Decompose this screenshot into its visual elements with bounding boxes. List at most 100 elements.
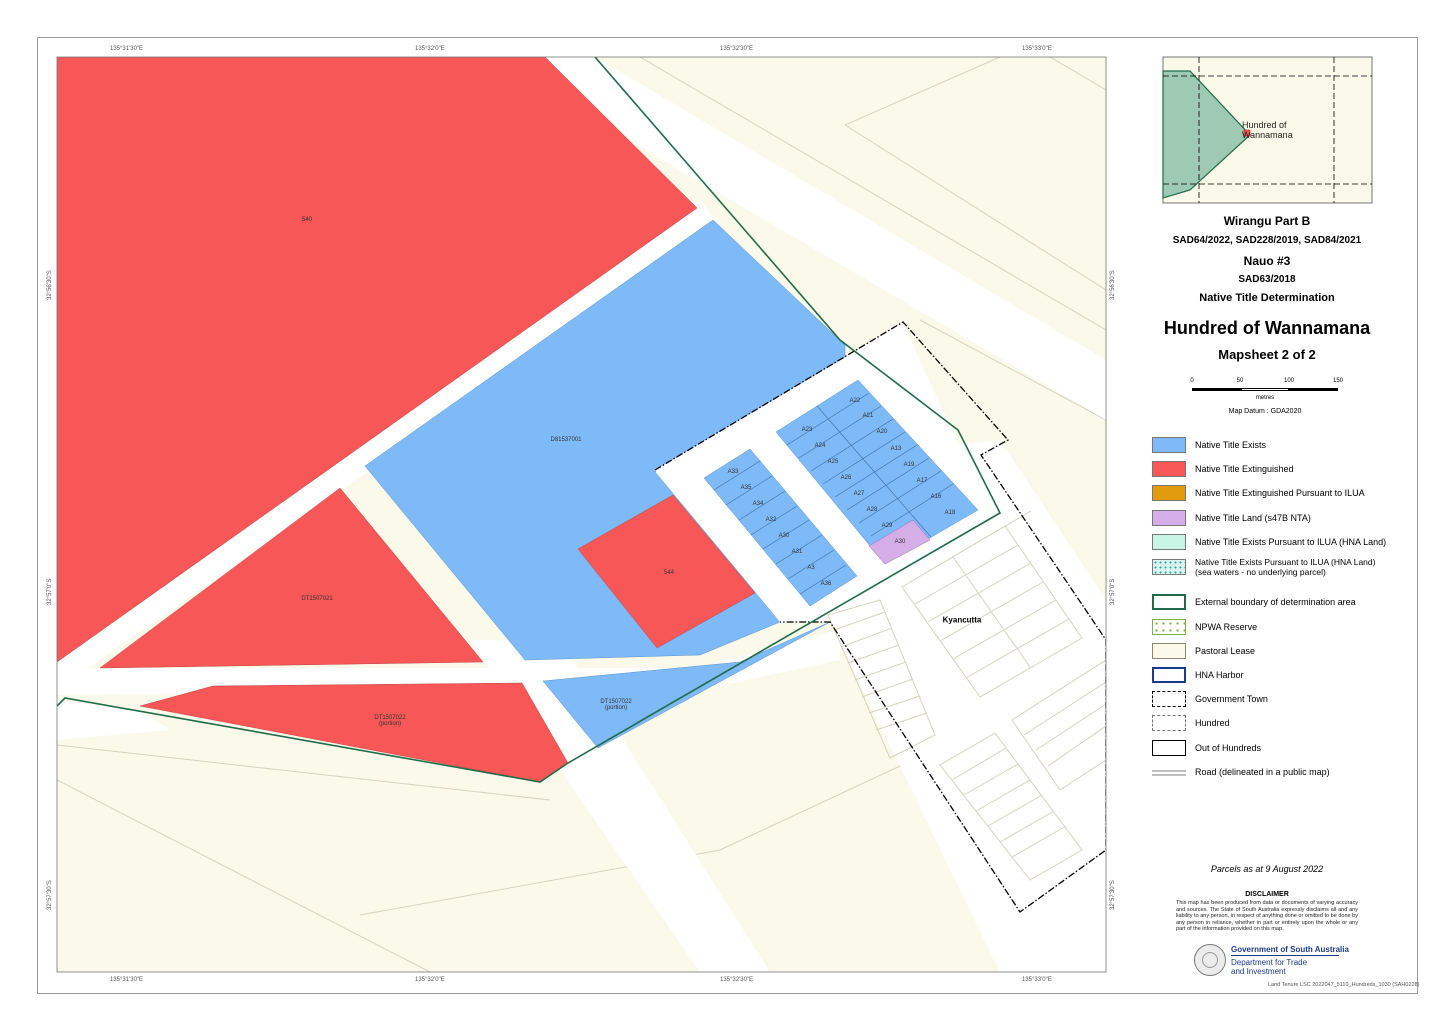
disclaimer-text: This map has been produced from data or … [1176, 900, 1358, 932]
tick-top-1: 135°31'30"E [110, 46, 144, 52]
allotment-label: A27 [853, 491, 865, 497]
allotment-label: A22 [849, 398, 861, 404]
tick-bottom-1: 135°31'30"E [110, 977, 144, 983]
allotment-label: A25 [827, 459, 839, 465]
disclaimer-title: DISCLAIMER [1245, 891, 1289, 898]
legend-item: External boundary of determination area [1152, 594, 1382, 612]
swatch-red-icon [1152, 461, 1186, 477]
label-parcel-dt1507022: DT1507022 (portion) [374, 715, 406, 727]
legend-item: Native Title Land (s47B NTA) [1152, 510, 1382, 528]
allotment-label: A26 [840, 475, 852, 481]
tick-top-2: 135°32'0"E [415, 46, 445, 52]
legend-item: Native Title Exists [1152, 437, 1382, 455]
allotment-label: A35 [740, 485, 752, 491]
legend-label: Native Title Extinguished Pursuant to IL… [1195, 488, 1365, 498]
swatch-blue-outline-icon [1152, 667, 1186, 683]
allotment-label: A20 [876, 429, 888, 435]
scale-unit: metres [1255, 395, 1275, 401]
parcels-date: Parcels as at 9 August 2022 [1210, 864, 1324, 874]
claim2-title: Nauo #3 [1243, 254, 1291, 268]
legend-label: Hundred [1195, 718, 1230, 728]
swatch-orange-icon [1152, 485, 1186, 501]
swatch-blue-icon [1152, 437, 1186, 453]
swatch-green-dots-icon [1152, 619, 1186, 635]
label-parcel-dt1507021: DT1507021 [301, 596, 333, 602]
scale-segment [1241, 388, 1289, 391]
allotment-label: A32 [765, 517, 777, 523]
legend-label: Native Title Exists Pursuant to ILUA (HN… [1195, 557, 1376, 577]
label-town-kyancutta: Kyancutta [942, 615, 982, 625]
inset-label: Hundred of Wannamana [1242, 120, 1293, 140]
tick-left-1: 32°56'30"S [47, 270, 53, 300]
tick-bottom-2: 135°32'0"E [415, 977, 445, 983]
legend-item: NPWA Reserve [1152, 619, 1382, 637]
map-datum: Map Datum : GDA2020 [1228, 408, 1302, 415]
allotment-label: A31 [791, 549, 803, 555]
legend-label: NPWA Reserve [1195, 622, 1258, 632]
scale-segment [1289, 388, 1338, 391]
state-seal-icon [1194, 944, 1226, 976]
legend-label: Road (delineated in a public map) [1195, 767, 1330, 777]
allotment-label: A17 [916, 478, 928, 484]
claim1-title: Wirangu Part B [1223, 214, 1311, 228]
legend-item: Native Title Extinguished [1152, 461, 1382, 479]
allotment-label: A13 [890, 446, 902, 452]
tick-bottom-4: 135°33'0"E [1022, 977, 1052, 983]
legend-label: External boundary of determination area [1195, 597, 1356, 607]
legend-label: Native Title Extinguished [1195, 464, 1294, 474]
legend-label: HNA Harbor [1195, 670, 1244, 680]
legend-label: Native Title Exists [1195, 440, 1267, 450]
allotment-label: A28 [866, 507, 878, 513]
allotment-label: A24 [814, 443, 826, 449]
scale-tick: 100 [1283, 378, 1295, 384]
allotment-label: A3 [807, 565, 815, 571]
hundred-title: Hundred of Wannamana [1163, 318, 1371, 338]
mapsheet-title: Mapsheet 2 of 2 [1218, 347, 1316, 362]
legend-item: HNA Harbor [1152, 667, 1382, 685]
tick-left-2: 32°57'0"S [47, 578, 53, 605]
swatch-cream-icon [1152, 643, 1186, 659]
legend-item: Native Title Exists Pursuant to ILUA (HN… [1152, 557, 1382, 577]
scale-segment [1192, 388, 1241, 391]
swatch-dotted-teal-icon [1152, 559, 1186, 575]
legend-item: Government Town [1152, 691, 1382, 709]
tick-top-4: 135°33'0"E [1022, 46, 1052, 52]
allotment-label: A21 [862, 413, 874, 419]
determination-title: Native Title Determination [1199, 292, 1335, 304]
double-line-icon [1152, 764, 1186, 780]
label-parcel-dt1507022-blue: DT1507022 (portion) [600, 699, 632, 711]
label-parcel-540: 540 [301, 217, 313, 223]
legend-item: Native Title Extinguished Pursuant to IL… [1152, 485, 1382, 503]
swatch-dashdot-icon [1152, 691, 1186, 707]
title-block: Wirangu Part B SAD64/2022, SAD228/2019, … [1148, 205, 1386, 362]
label-parcel-544: 544 [663, 570, 675, 576]
allotment-label: A29 [881, 523, 893, 529]
tick-right-1: 32°56'30"S [1110, 270, 1116, 300]
legend-label: Native Title Land (s47B NTA) [1195, 513, 1311, 523]
swatch-green-outline-icon [1152, 594, 1186, 610]
legend-label: Native Title Exists Pursuant to ILUA (HN… [1195, 537, 1387, 547]
allotment-label: A36 [820, 581, 832, 587]
legend-item: Pastoral Lease [1152, 643, 1382, 661]
department-name: Department for Trade and Investment [1231, 958, 1308, 976]
allotment-label: A18 [944, 510, 956, 516]
scale-tick: 50 [1236, 378, 1244, 384]
legend-label: Pastoral Lease [1195, 646, 1256, 656]
government-name: Government of South Australia [1231, 945, 1349, 954]
allotment-label: A30 [778, 533, 790, 539]
allotment-label: A33 [727, 469, 739, 475]
swatch-mint-icon [1152, 534, 1186, 550]
scale-tick: 150 [1332, 378, 1344, 384]
tick-right-3: 32°57'30"S [1110, 880, 1116, 910]
allotment-label: A19 [903, 462, 915, 468]
swatch-black-outline-icon [1152, 740, 1186, 756]
government-divider [1231, 955, 1339, 956]
tick-left-3: 32°57'30"S [47, 880, 53, 910]
scale-tick: 0 [1190, 378, 1194, 384]
allotment-label: A16 [930, 494, 942, 500]
file-reference: Land Tenure LSC 2022047_5110_Hundreds_10… [1268, 982, 1420, 988]
legend-item: Native Title Exists Pursuant to ILUA (HN… [1152, 534, 1386, 552]
label-parcel-d81537001: D81537001 [550, 437, 582, 443]
swatch-purple-icon [1152, 510, 1186, 526]
claim2-number: SAD63/2018 [1238, 274, 1296, 285]
